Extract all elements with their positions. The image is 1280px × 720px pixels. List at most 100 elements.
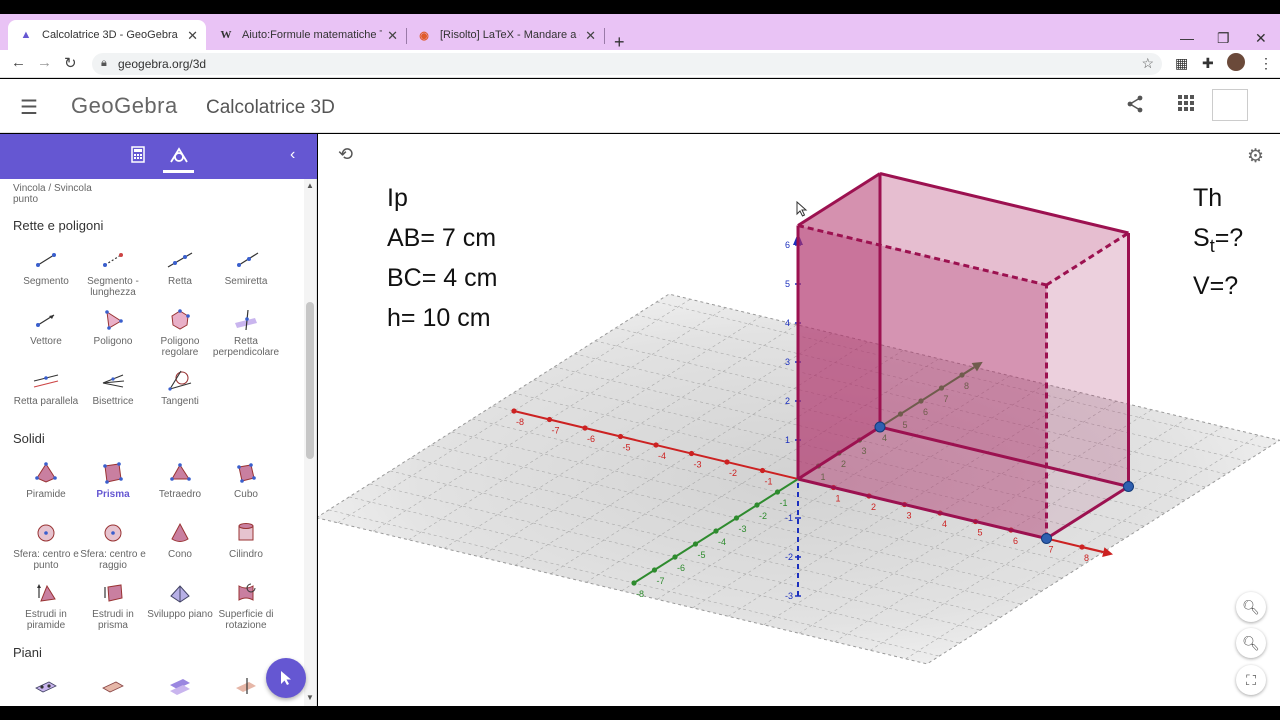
settings-gear-icon[interactable]: ⚙ [1247, 145, 1264, 168]
tool-poligono-regolare[interactable]: Poligono regolare [146, 309, 214, 358]
prism-vertex-point [1123, 481, 1134, 492]
y-axis-tick-point [631, 580, 637, 586]
user-avatar[interactable] [1212, 89, 1248, 121]
tool-segmento-lunghezza[interactable]: Segmento - lunghezza [79, 249, 147, 298]
tool-superficie-rotazione[interactable]: Superficie di rotazione [212, 582, 280, 631]
tool-cono[interactable]: Cono [146, 522, 214, 560]
chevron-left-icon[interactable]: ‹ [290, 146, 295, 164]
tool-piramide[interactable]: Piramide [12, 462, 80, 500]
window-close-icon[interactable]: ✕ [1255, 30, 1267, 47]
tool-piano-3[interactable] [146, 676, 214, 703]
tool-estrudi-piramide[interactable]: Estrudi in piramide [12, 582, 80, 631]
scroll-down-icon[interactable]: ▼ [306, 693, 314, 702]
url-text: geogebra.org/3d [118, 57, 207, 71]
profile-avatar[interactable] [1227, 53, 1245, 71]
x-axis-tick-label: 8 [1084, 553, 1089, 563]
browser-menu-icon[interactable]: ⋮ [1259, 55, 1273, 72]
x-axis-tick-label: -7 [552, 426, 560, 436]
tool-sviluppo-piano[interactable]: Sviluppo piano [146, 582, 214, 620]
tab-geogebra[interactable]: ▲ Calcolatrice 3D - GeoGebra ✕ [8, 20, 206, 50]
tool-prisma[interactable]: Prisma [79, 462, 147, 500]
x-axis-tick-label: -8 [516, 417, 524, 427]
y-axis-tick-point [754, 502, 760, 508]
tool-piano-1[interactable] [12, 676, 80, 703]
perpendicular-line-icon [235, 309, 257, 331]
tools-icon[interactable] [169, 146, 189, 169]
tool-retta-perpendicolare[interactable]: Retta perpendicolare [212, 309, 280, 358]
x-axis-tick-label: -5 [623, 443, 631, 453]
close-icon[interactable]: ✕ [585, 28, 596, 44]
parallel-plane-icon [170, 679, 190, 695]
grid-extension-icon[interactable]: ▦ [1175, 55, 1188, 72]
minimize-icon[interactable]: — [1180, 30, 1194, 46]
address-bar: ← → ↻ 🔒︎ geogebra.org/3d ☆ ▦ ✚ ⋮ [0, 50, 1280, 78]
y-axis-tick-label: -8 [636, 589, 644, 599]
plane-points-icon [35, 681, 57, 693]
apps-grid-icon[interactable] [1178, 95, 1194, 116]
tool-tetraedro[interactable]: Tetraedro [146, 462, 214, 500]
z-axis-tick-label: 3 [785, 357, 790, 367]
tool-segmento[interactable]: Segmento [12, 249, 80, 287]
tool-vincola[interactable]: Vincola / Svincola punto [13, 183, 103, 205]
share-icon[interactable] [1126, 95, 1144, 118]
tool-tangenti[interactable]: Tangenti [146, 369, 214, 407]
tool-sfera-centro-punto[interactable]: Sfera: centro e punto [12, 522, 80, 571]
z-axis-tick-label: -3 [785, 591, 793, 601]
tool-estrudi-prisma[interactable]: Estrudi in prisma [79, 582, 147, 631]
reload-icon[interactable]: ↻ [64, 54, 77, 72]
tool-retta[interactable]: Retta [146, 249, 214, 287]
y-axis-tick-label: -3 [739, 524, 747, 534]
menu-icon[interactable]: ☰ [20, 95, 38, 120]
prism-vertex-point [874, 421, 886, 433]
tool-vettore[interactable]: Vettore [12, 309, 80, 347]
lock-icon: 🔒︎ [101, 57, 107, 69]
prism[interactable] [796, 172, 1134, 544]
geogebra-logo[interactable]: GeoGebra [71, 93, 178, 119]
sphere-point-icon [37, 524, 55, 542]
y-axis-tick-label: -1 [780, 498, 788, 508]
maximize-icon[interactable]: ❐ [1217, 30, 1230, 47]
hypothesis-line: BC= 4 cm [387, 264, 498, 292]
extensions-puzzle-icon[interactable]: ✚ [1202, 55, 1214, 72]
tab-risolto[interactable]: ◉ [Risolto] LaTeX - Mandare a capo ✕ [406, 20, 604, 50]
tools-scrollbar[interactable]: ▲ ▼ [304, 179, 316, 706]
tools-list: Vincola / Svincola punto Rette e poligon… [0, 179, 305, 706]
x-axis-tick-point [511, 408, 517, 414]
close-icon[interactable]: ✕ [387, 28, 398, 44]
close-icon[interactable]: ✕ [187, 28, 198, 44]
thesis-title: Th [1193, 184, 1223, 212]
zoom-out-icon[interactable]: 🔍︎ [1236, 628, 1266, 658]
undo-icon[interactable]: ⟲ [338, 144, 353, 165]
tab-title: Aiuto:Formule matematiche TeX [242, 29, 382, 41]
pyramid-icon [35, 462, 57, 483]
tool-retta-parallela[interactable]: Retta parallela [12, 369, 80, 407]
tool-semiretta[interactable]: Semiretta [212, 249, 280, 287]
tool-sfera-centro-raggio[interactable]: Sfera: centro e raggio [79, 522, 147, 571]
tool-poligono[interactable]: Poligono [79, 309, 147, 347]
tool-bisettrice[interactable]: Bisettrice [79, 369, 147, 407]
scroll-thumb[interactable] [306, 302, 314, 459]
bookmark-star-icon[interactable]: ☆ [1141, 55, 1154, 72]
y-axis-tick-point [651, 567, 658, 573]
x-axis-tick-point [546, 416, 553, 423]
graphics-3d-view[interactable]: -8 -7 -6 -5 -4 -3 -2 -1 1 2 3 4 5 6 7 8 -8 -7 -6 -5 -4 -3 -2 -1… [315, 134, 1280, 706]
move-tool-button[interactable] [266, 658, 306, 698]
calculator-icon[interactable] [131, 146, 145, 168]
url-input[interactable]: 🔒︎ geogebra.org/3d ☆ [92, 53, 1162, 75]
forward-icon[interactable]: → [37, 54, 52, 71]
x-axis-tick-label: 6 [1013, 536, 1018, 546]
x-axis-tick-label: 3 [907, 511, 912, 521]
segment-icon [36, 253, 56, 267]
tool-piano-2[interactable] [79, 676, 147, 703]
tool-cilindro[interactable]: Cilindro [212, 522, 280, 560]
tool-cubo[interactable]: Cubo [212, 462, 280, 500]
browser-tab-strip: ▲ Calcolatrice 3D - GeoGebra ✕ W Aiuto:F… [0, 14, 1280, 52]
tab-title: Calcolatrice 3D - GeoGebra [42, 29, 178, 41]
active-tab-indicator [163, 170, 194, 173]
scroll-up-icon[interactable]: ▲ [306, 181, 314, 190]
tab-aiuto[interactable]: W Aiuto:Formule matematiche TeX ✕ [208, 20, 406, 50]
back-icon[interactable]: ← [11, 54, 26, 71]
x-axis-tick-label: -2 [729, 468, 737, 478]
zoom-in-icon[interactable]: 🔍︎ [1236, 592, 1266, 622]
fullscreen-icon[interactable]: ⛶ [1236, 665, 1266, 695]
